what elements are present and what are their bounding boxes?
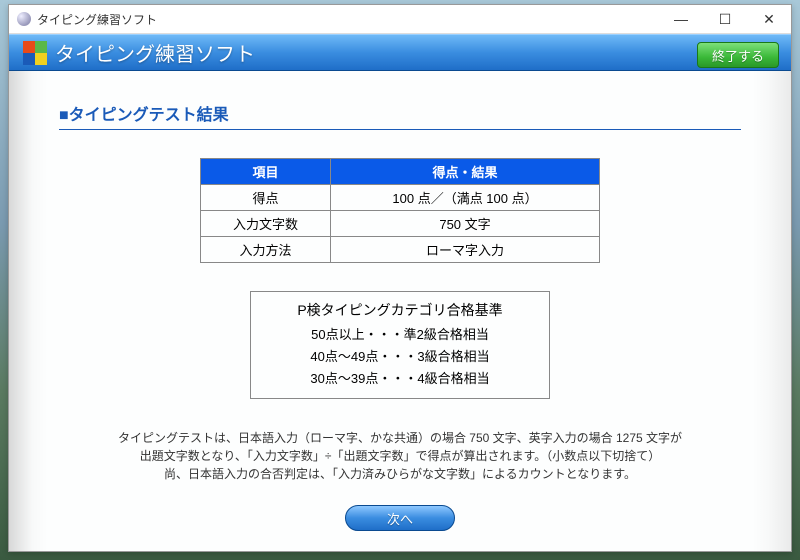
app-window: タイピング練習ソフト — ☐ ✕ タイピング練習ソフト 終了する ■タイピングテ… [8,4,792,552]
table-row: 得点 100 点／（満点 100 点） [201,185,600,211]
content-area: ■タイピングテスト結果 項目 得点・結果 得点 100 点／（満点 100 点）… [9,71,791,551]
close-button[interactable]: ✕ [747,5,791,33]
criteria-title: P検タイピングカテゴリ合格基準 [261,300,539,320]
next-button[interactable]: 次へ [345,505,455,531]
minimize-button[interactable]: — [659,5,703,33]
exit-button[interactable]: 終了する [697,42,779,68]
criteria-line: 50点以上・・・準2級合格相当 [261,324,539,343]
section-title: ■タイピングテスト結果 [59,101,741,130]
note-line: 尚、日本語入力の合否判定は、「入力済みひらがな文字数」によるカウントとなります。 [164,467,636,481]
window-title: タイピング練習ソフト [37,11,659,28]
criteria-line: 30点～39点・・・4級合格相当 [261,368,539,387]
footnote: タイピングテストは、日本語入力（ローマ字、かな共通）の場合 750 文字、英字入… [59,429,741,483]
table-header-row: 項目 得点・結果 [201,159,600,185]
cell-item: 入力文字数 [201,211,331,237]
result-table: 項目 得点・結果 得点 100 点／（満点 100 点） 入力文字数 750 文… [200,158,600,263]
table-row: 入力文字数 750 文字 [201,211,600,237]
criteria-line: 40点～49点・・・3級合格相当 [261,346,539,365]
cell-value: ローマ字入力 [331,237,600,263]
note-line: 出題文字数となり、「入力文字数」÷「出題文字数」で得点が算出されます。（小数点以… [140,449,661,463]
app-header: タイピング練習ソフト 終了する [9,34,791,71]
maximize-button[interactable]: ☐ [703,5,747,33]
app-title: タイピング練習ソフト [55,38,255,67]
col-item: 項目 [201,159,331,185]
cell-item: 得点 [201,185,331,211]
cell-item: 入力方法 [201,237,331,263]
app-icon [17,12,31,26]
criteria-box: P検タイピングカテゴリ合格基準 50点以上・・・準2級合格相当 40点～49点・… [250,291,550,399]
logo-icon [23,41,47,65]
col-score: 得点・結果 [331,159,600,185]
table-row: 入力方法 ローマ字入力 [201,237,600,263]
titlebar: タイピング練習ソフト — ☐ ✕ [9,5,791,34]
cell-value: 100 点／（満点 100 点） [331,185,600,211]
cell-value: 750 文字 [331,211,600,237]
note-line: タイピングテストは、日本語入力（ローマ字、かな共通）の場合 750 文字、英字入… [118,431,682,445]
window-controls: — ☐ ✕ [659,5,791,33]
